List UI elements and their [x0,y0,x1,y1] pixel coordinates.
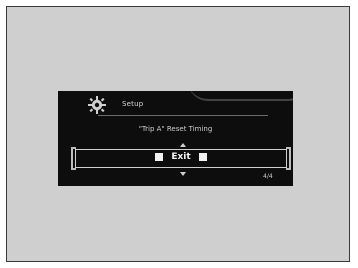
page-indicator: 4/4 [263,173,273,180]
setup-label: Setup [122,100,144,108]
right-square-icon [199,153,207,161]
exit-option[interactable]: Exit [164,150,198,164]
left-square-icon [155,153,163,161]
gear-icon [88,96,106,114]
setting-title: "Trip A" Reset Timing [138,125,213,133]
up-arrow-icon[interactable] [180,143,186,147]
down-arrow-icon[interactable] [180,172,186,176]
right-bracket [286,147,291,170]
display-screen: Setup "Trip A" Reset Timing Exit 4/4 [58,91,293,186]
top-arc-decoration [188,91,293,101]
header-divider [98,115,268,116]
